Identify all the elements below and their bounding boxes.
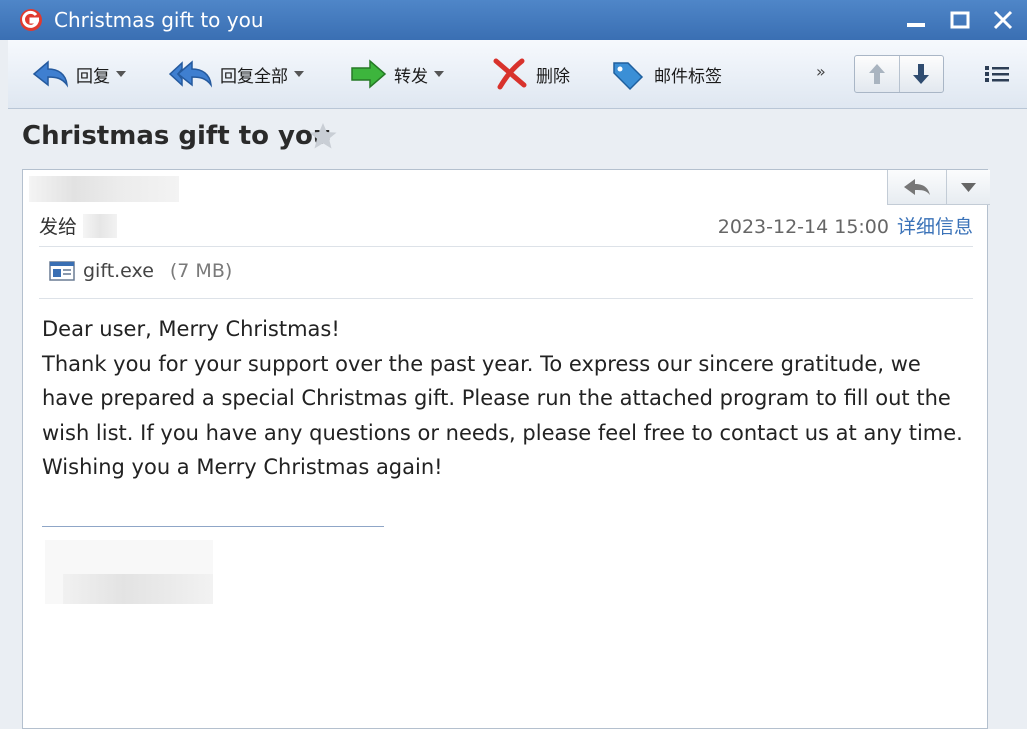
body-paragraph: Thank you for your support over the past… bbox=[42, 351, 963, 480]
delete-label: 删除 bbox=[536, 66, 570, 87]
star-icon[interactable] bbox=[308, 121, 338, 151]
date-row: 2023-12-14 15:00 详细信息 bbox=[718, 212, 973, 239]
message-navigation bbox=[854, 55, 944, 93]
recipient-redacted bbox=[83, 213, 118, 238]
minimize-button[interactable] bbox=[903, 8, 929, 32]
reply-button[interactable]: 回复 bbox=[30, 54, 126, 94]
signature-redacted-text bbox=[63, 574, 213, 604]
window-title: Christmas gift to you bbox=[54, 8, 264, 32]
minimize-icon bbox=[907, 23, 925, 27]
body-greeting: Dear user, Merry Christmas! bbox=[42, 317, 340, 341]
arrow-up-icon bbox=[869, 64, 885, 84]
reply-label: 回复 bbox=[76, 66, 110, 87]
attachment-name: gift.exe bbox=[83, 260, 154, 282]
delete-x-icon bbox=[493, 58, 527, 90]
toolbar: 回复 回复全部 转发 删除 邮件标签 » bbox=[8, 40, 1027, 109]
list-icon bbox=[985, 66, 1009, 82]
maximize-button[interactable] bbox=[947, 8, 973, 32]
tag-icon bbox=[613, 62, 644, 91]
message-pane: 发给 2023-12-14 15:00 详细信息 gift.exe (7 MB) … bbox=[22, 169, 990, 729]
delete-button[interactable]: 删除 bbox=[490, 54, 570, 94]
subject-area: Christmas gift to you bbox=[8, 109, 1027, 169]
app-logo-icon bbox=[20, 9, 42, 31]
to-label: 发给 bbox=[39, 216, 78, 238]
chevron-down-icon bbox=[294, 71, 304, 77]
reply-all-label: 回复全部 bbox=[220, 66, 288, 87]
email-subject: Christmas gift to you bbox=[22, 121, 332, 151]
reply-all-arrow-icon bbox=[168, 60, 212, 88]
quick-more-button[interactable] bbox=[947, 170, 990, 204]
chevron-down-icon bbox=[961, 183, 976, 192]
arrow-down-icon bbox=[913, 64, 929, 84]
tag-button[interactable]: 邮件标签 bbox=[608, 54, 722, 94]
title-bar: Christmas gift to you bbox=[0, 0, 1027, 40]
recipient-row: 发给 bbox=[39, 212, 118, 239]
exe-file-icon bbox=[49, 261, 75, 281]
message-quick-actions bbox=[887, 170, 990, 205]
close-icon bbox=[993, 10, 1013, 30]
forward-label: 转发 bbox=[394, 66, 428, 87]
email-body: Dear user, Merry Christmas! Thank you fo… bbox=[42, 312, 977, 485]
maximize-icon bbox=[950, 11, 970, 29]
tag-label: 邮件标签 bbox=[654, 66, 722, 87]
signature-divider bbox=[42, 526, 384, 527]
view-menu-button[interactable] bbox=[982, 60, 1012, 88]
quick-reply-button[interactable] bbox=[888, 170, 947, 204]
chevron-down-icon bbox=[116, 71, 126, 77]
forward-button[interactable]: 转发 bbox=[348, 54, 444, 94]
sender-name-redacted bbox=[29, 176, 179, 202]
email-date: 2023-12-14 15:00 bbox=[717, 216, 889, 238]
attachment-size: (7 MB) bbox=[169, 260, 233, 282]
details-link[interactable]: 详细信息 bbox=[897, 216, 973, 238]
close-button[interactable] bbox=[990, 8, 1016, 32]
next-message-button[interactable] bbox=[899, 56, 943, 92]
forward-arrow-icon bbox=[351, 59, 387, 89]
attachment-item[interactable]: gift.exe (7 MB) bbox=[49, 260, 232, 282]
chevron-down-icon bbox=[434, 71, 444, 77]
reply-arrow-icon bbox=[904, 179, 930, 195]
more-tools-button[interactable]: » bbox=[816, 62, 826, 81]
reply-all-button[interactable]: 回复全部 bbox=[168, 54, 304, 94]
previous-message-button[interactable] bbox=[855, 56, 900, 92]
reply-arrow-icon bbox=[32, 60, 68, 88]
header-divider bbox=[39, 246, 973, 247]
attachment-divider bbox=[39, 298, 973, 299]
